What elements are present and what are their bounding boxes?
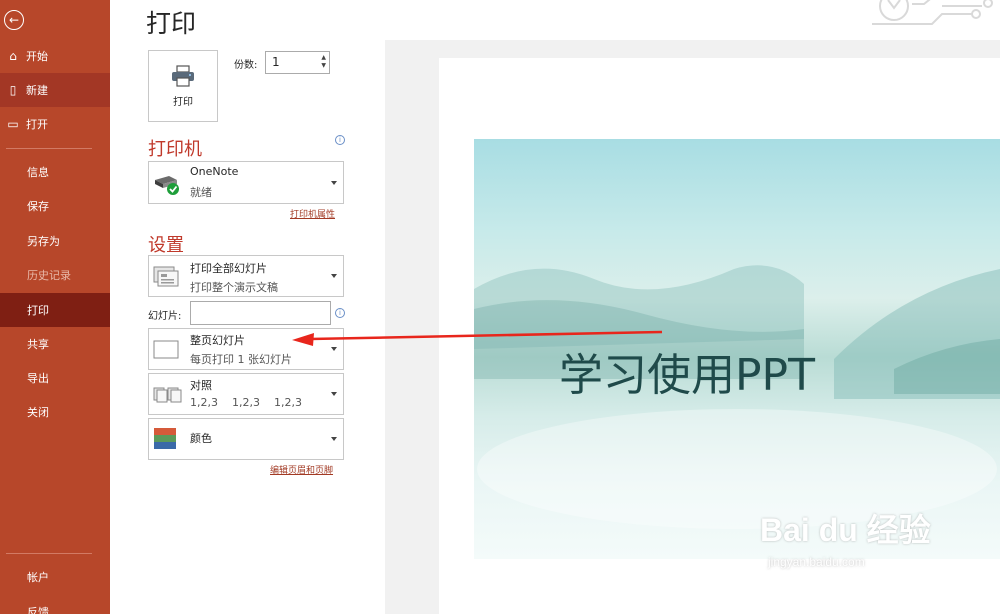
copies-value: 1: [272, 55, 280, 69]
chevron-down-icon: [331, 274, 337, 278]
layout-subtitle: 每页打印 1 张幻灯片: [190, 353, 292, 366]
printer-ready-icon: [155, 176, 179, 195]
sidebar-item-print[interactable]: 打印: [0, 293, 110, 327]
sidebar-item-label: 反馈: [27, 606, 49, 614]
sidebar-item-open[interactable]: ▭ 打开: [0, 107, 110, 141]
printer-dropdown[interactable]: OneNote 就绪: [148, 161, 344, 204]
chevron-down-icon: [331, 180, 337, 185]
sidebar-item-save[interactable]: 保存: [0, 189, 110, 223]
color-dropdown[interactable]: 颜色: [148, 418, 344, 460]
settings-section-title: 设置: [148, 235, 184, 256]
collate-dropdown[interactable]: 对照 1,2,3 1,2,3 1,2,3: [148, 373, 344, 415]
printer-properties-link[interactable]: 打印机属性: [290, 207, 335, 220]
sidebar-divider: [6, 553, 92, 554]
sidebar-item-label: 新建: [26, 84, 48, 97]
chevron-down-icon: [331, 392, 337, 396]
print-range-dropdown[interactable]: 打印全部幻灯片 打印整个演示文稿: [148, 255, 344, 297]
copies-stepper[interactable]: 1 ▲ ▼: [265, 51, 330, 74]
sidebar-item-info[interactable]: 信息: [0, 155, 110, 189]
color-title: 颜色: [190, 432, 212, 445]
print-range-title: 打印全部幻灯片: [190, 262, 267, 275]
circuit-decoration-icon: [872, 0, 993, 25]
sidebar-item-export[interactable]: 导出: [0, 361, 110, 395]
printer-name: OneNote: [190, 165, 239, 178]
layout-dropdown[interactable]: 整页幻灯片 每页打印 1 张幻灯片: [148, 328, 344, 370]
backstage-sidebar: ← ⌂ 开始 ▯ 新建 ▭ 打开 信息 保存 另存为 历史记录 打印 共享 导出…: [0, 0, 110, 614]
page-title: 打印: [146, 9, 197, 38]
print-range-subtitle: 打印整个演示文稿: [190, 281, 278, 294]
sidebar-item-home[interactable]: ⌂ 开始: [0, 39, 110, 73]
watermark-url: jingyan.baidu.com: [768, 555, 865, 569]
sidebar-divider: [6, 148, 92, 149]
sidebar-item-account[interactable]: 帐户: [0, 560, 110, 594]
info-icon[interactable]: i: [335, 135, 345, 145]
home-icon: ⌂: [9, 49, 17, 63]
sidebar-item-history[interactable]: 历史记录: [0, 258, 110, 292]
slide-preview: 学习使用PPT: [474, 139, 1000, 559]
slides-label: 幻灯片:: [148, 311, 182, 322]
collate-icon: [153, 387, 182, 403]
print-button[interactable]: 打印: [148, 50, 218, 122]
printer-section-title: 打印机: [148, 139, 202, 160]
sidebar-item-label: 信息: [27, 166, 49, 179]
watermark-logo-text: Bai du 经验: [760, 512, 931, 548]
print-button-label: 打印: [173, 96, 193, 108]
sidebar-item-label: 帐户: [27, 571, 49, 584]
color-palette-icon: [154, 428, 176, 449]
back-arrow-icon[interactable]: ←: [4, 10, 24, 30]
slides-stack-icon: [153, 266, 179, 287]
sidebar-item-label: 开始: [26, 50, 48, 63]
spinner-arrows-icon[interactable]: ▲ ▼: [321, 54, 326, 70]
layout-title: 整页幻灯片: [190, 334, 245, 347]
copies-label: 份数:: [234, 60, 258, 71]
sidebar-item-label: 打开: [26, 118, 48, 131]
sidebar-item-label: 打印: [27, 304, 49, 317]
collate-title: 对照: [190, 379, 212, 392]
chevron-down-icon: [331, 347, 337, 351]
printer-status: 就绪: [190, 186, 212, 199]
slide-title: 学习使用PPT: [559, 350, 815, 401]
sidebar-item-label: 关闭: [27, 406, 49, 419]
chevron-down-icon: [331, 437, 337, 441]
sidebar-item-label: 另存为: [27, 235, 60, 248]
sidebar-item-share[interactable]: 共享: [0, 327, 110, 361]
baidu-watermark: Bai du 经验 jingyan.baidu.com: [760, 505, 931, 569]
sidebar-item-feedback[interactable]: 反馈: [0, 595, 110, 614]
sidebar-item-label: 共享: [27, 338, 49, 351]
new-document-icon: ▯: [9, 83, 17, 97]
open-folder-icon: ▭: [7, 117, 19, 131]
edit-header-footer-link[interactable]: 编辑页眉和页脚: [270, 463, 333, 476]
sidebar-item-save-as[interactable]: 另存为: [0, 224, 110, 258]
slides-input[interactable]: [190, 301, 331, 325]
printer-icon: [172, 64, 194, 87]
info-icon[interactable]: i: [335, 308, 345, 318]
sidebar-item-label: 历史记录: [27, 269, 71, 282]
full-page-slide-icon: [153, 340, 179, 359]
sidebar-item-label: 导出: [27, 372, 49, 385]
sidebar-item-label: 保存: [27, 200, 49, 213]
sidebar-item-new[interactable]: ▯ 新建: [0, 73, 110, 107]
collate-subtitle: 1,2,3 1,2,3 1,2,3: [190, 396, 302, 409]
sidebar-item-close[interactable]: 关闭: [0, 395, 110, 429]
